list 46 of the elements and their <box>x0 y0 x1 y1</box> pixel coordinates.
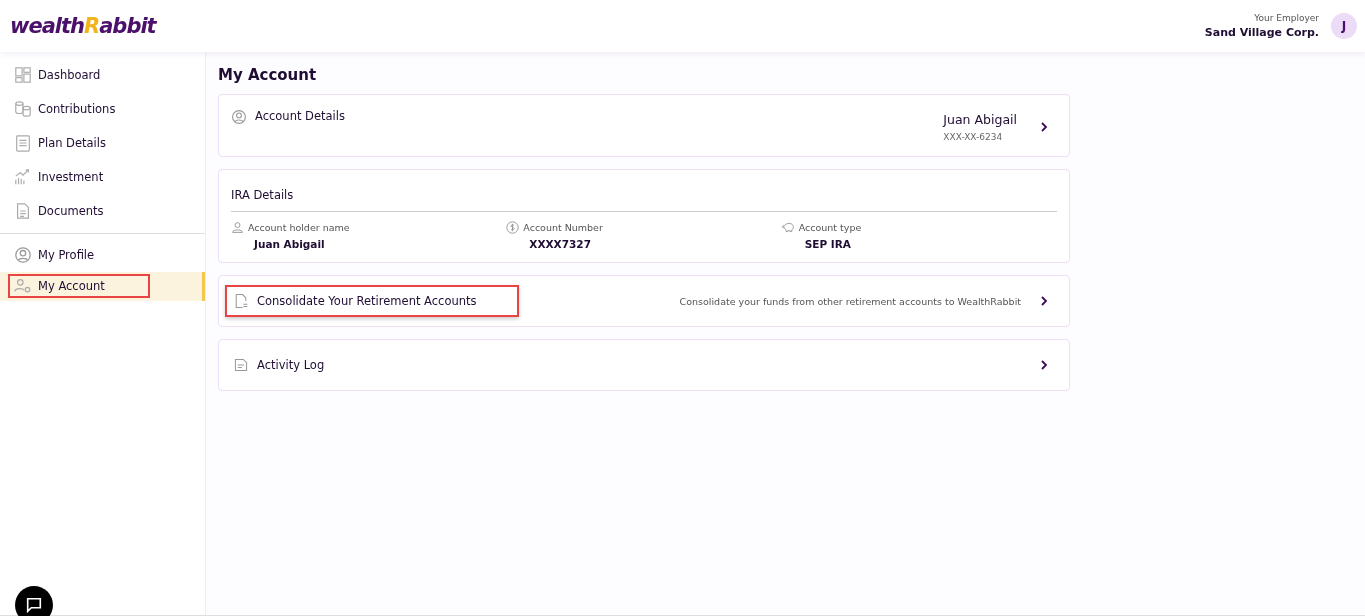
piggy-bank-icon <box>781 221 795 234</box>
account-holder-name: Juan Abigail <box>943 112 1017 127</box>
avatar[interactable]: J <box>1331 13 1357 39</box>
field-label: Account type <box>798 222 862 233</box>
dollar-icon <box>506 221 520 234</box>
employer-label: Your Employer <box>1253 13 1319 23</box>
profile-icon <box>231 109 247 125</box>
dashboard-icon <box>14 66 32 84</box>
nav-row[interactable]: Consolidate Your Retirement Accounts Consolidate your funds from other retirement accounts to WealthRabbit <box>218 275 1070 327</box>
field-value: Juan Abigail <box>254 238 326 250</box>
person-icon <box>231 221 244 234</box>
row-description: Consolidate your funds from other retirement accounts to WealthRabbit <box>679 295 1021 307</box>
sidebar-item[interactable]: Plan Details <box>8 131 112 155</box>
sidebar-item[interactable]: Contributions <box>8 97 122 121</box>
logo[interactable]: wealthRabbit <box>10 14 156 38</box>
field-value: SEP IRA <box>804 238 852 250</box>
sidebar-item[interactable]: My Account <box>8 274 150 298</box>
sidebar-item[interactable]: Dashboard <box>8 63 107 87</box>
list-icon <box>14 134 32 152</box>
document-icon <box>14 202 32 220</box>
user-gear-icon <box>14 277 32 295</box>
field-label: Account Number <box>523 222 603 233</box>
masked-ssn: XXX-XX-6234 <box>943 132 1004 142</box>
profile-icon <box>14 246 32 264</box>
chevron-right-icon <box>1039 360 1049 370</box>
row-title: Consolidate Your Retirement Accounts <box>257 294 477 308</box>
sidebar-item[interactable]: Documents <box>8 199 110 223</box>
account-details-card[interactable]: Account Details Juan Abigail XXX-XX-6234 <box>218 94 1070 157</box>
coins-icon <box>14 100 32 118</box>
document-icon <box>233 293 249 309</box>
field-value: XXXX7327 <box>529 238 592 250</box>
page-title: My Account <box>218 66 318 84</box>
card-title: Account Details <box>255 109 345 123</box>
row-title: Activity Log <box>257 358 325 372</box>
sidebar-item[interactable]: Investment <box>8 165 110 189</box>
chevron-right-icon <box>1039 122 1049 132</box>
field-label: Account holder name <box>248 222 350 233</box>
employer-name: Sand Village Corp. <box>1204 26 1319 39</box>
log-icon <box>233 357 249 373</box>
nav-row[interactable]: Activity Log <box>218 339 1070 391</box>
chat-button[interactable] <box>15 586 53 616</box>
chat-icon <box>25 596 43 614</box>
chart-icon <box>14 168 32 186</box>
chevron-right-icon <box>1039 296 1049 306</box>
card-title: IRA Details <box>231 188 1057 212</box>
sidebar-item[interactable]: My Profile <box>8 243 101 267</box>
